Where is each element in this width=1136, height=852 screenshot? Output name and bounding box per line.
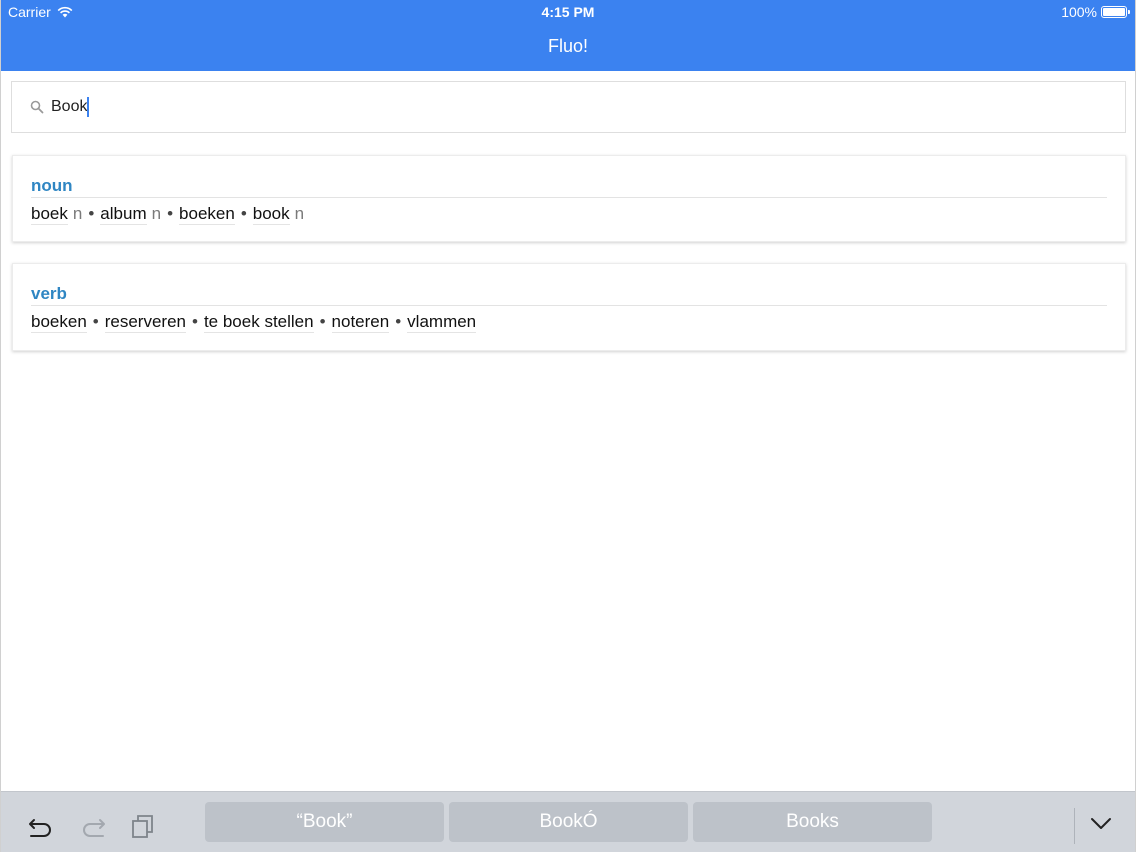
translation-word[interactable]: noteren: [331, 312, 390, 333]
translation-list: boeken • reserveren • te boek stellen • notere…: [31, 312, 477, 333]
autocorrect-suggestion[interactable]: BookÓ: [449, 802, 688, 842]
search-icon: [30, 100, 44, 114]
translation-word[interactable]: boek: [31, 204, 68, 225]
top-bar: Carrier 4:15 PM 100% Fluo!: [1, 0, 1135, 71]
translation-word[interactable]: te boek stellen: [203, 312, 314, 333]
translation-word[interactable]: boeken: [179, 204, 235, 225]
toolbar-divider: [1074, 808, 1075, 844]
translation-word[interactable]: reserveren: [104, 312, 186, 333]
divider: [31, 197, 1107, 198]
battery-icon: [1101, 6, 1130, 18]
undo-icon[interactable]: [27, 812, 55, 840]
search-input[interactable]: Book: [51, 97, 90, 117]
search-field[interactable]: Book: [11, 81, 1126, 133]
search-value: Book: [51, 98, 88, 116]
separator: •: [167, 204, 174, 223]
translation-word[interactable]: vlammen: [407, 312, 477, 333]
translation-word[interactable]: book: [252, 204, 290, 225]
part-of-speech-label: noun: [31, 176, 73, 195]
autocorrect-suggestion[interactable]: “Book”: [205, 802, 444, 842]
part-of-speech-label: verb: [31, 284, 67, 303]
keyboard-shortcut-bar: “Book” BookÓ Books: [1, 791, 1135, 852]
gender-tag: n: [294, 204, 305, 223]
result-card-verb: verb boeken • reserveren • te boek stellen • n…: [12, 263, 1126, 351]
divider: [31, 305, 1107, 306]
translation-list: boek n • album n • boeken • book n: [31, 204, 305, 225]
keyboard-dismiss-chevron-icon[interactable]: [1088, 810, 1114, 836]
separator: •: [240, 204, 247, 223]
autocorrect-suggestion[interactable]: Books: [693, 802, 932, 842]
separator: •: [192, 312, 198, 331]
translation-word[interactable]: boeken: [31, 312, 87, 333]
result-card-noun: noun boek n • album n • boeken • book n: [12, 155, 1126, 242]
separator: •: [395, 312, 402, 331]
battery-group: 100%: [1061, 4, 1130, 20]
separator: •: [88, 204, 95, 223]
separator: •: [92, 312, 99, 331]
gender-tag: n: [72, 204, 83, 223]
nav-title: Fluo!: [547, 36, 589, 56]
clock: 4:15 PM: [541, 4, 595, 20]
gender-tag: n: [151, 204, 162, 223]
status-bar: Carrier 4:15 PM 100%: [1, 0, 1135, 24]
redo-icon[interactable]: [79, 812, 107, 840]
app-window: Carrier 4:15 PM 100% Fluo! Book noun boe…: [0, 0, 1136, 852]
battery-percent: 100%: [1061, 4, 1097, 20]
paste-icon[interactable]: [129, 812, 157, 840]
translation-word[interactable]: album: [100, 204, 147, 225]
separator: •: [319, 312, 326, 331]
text-caret: [87, 97, 90, 117]
